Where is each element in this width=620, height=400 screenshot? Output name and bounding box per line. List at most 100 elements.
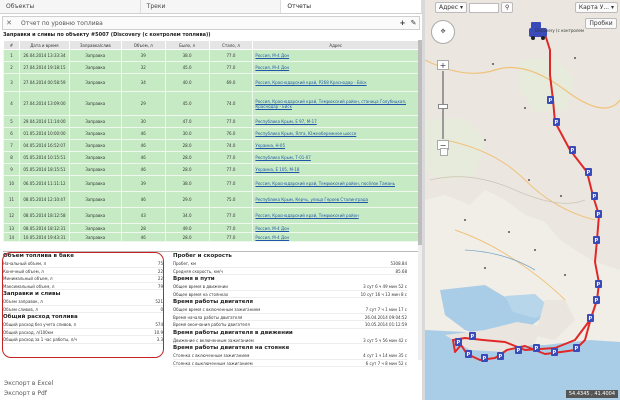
- column-header[interactable]: #: [3, 40, 20, 50]
- table-row[interactable]: 9 05.05.2014 18:15:51 Заправка 46 28.0 77.0 Ук…: [3, 163, 419, 176]
- table-cell: 29.04.2014 11:14:00: [18, 115, 70, 128]
- address-link[interactable]: Россия, М-4 Дон: [252, 223, 419, 233]
- table-row[interactable]: 2 27.04.2014 19:18:15 Заправка 32 45.0 77.0 Ро…: [3, 61, 419, 74]
- summary-label: Общее время в движении: [173, 284, 228, 289]
- table-cell: 40.0: [164, 73, 210, 92]
- address-link[interactable]: Россия, М-4 Дон: [252, 232, 419, 242]
- table-cell: 45.0: [164, 91, 210, 116]
- address-link[interactable]: Россия, Краснодарский край, Темрюкский р…: [252, 207, 419, 224]
- column-header[interactable]: Заправка/слив: [68, 40, 122, 50]
- column-header[interactable]: Адрес: [252, 40, 419, 50]
- summary-row: Средняя скорость, км/ч 85.68: [173, 268, 407, 275]
- pan-control-icon[interactable]: ✥: [431, 20, 455, 44]
- map-type-dropdown[interactable]: Карта У... ▾: [574, 2, 618, 13]
- table-row[interactable]: 10 06.05.2014 11:11:12 Заправка 39 38.0 77.0 Р…: [3, 175, 419, 192]
- table-row[interactable]: 1 26.04.2014 13:33:34 Заправка 39 38.0 77.0 Ро…: [3, 49, 419, 62]
- table-cell: 3: [3, 73, 20, 92]
- column-header[interactable]: Стало, л: [208, 40, 254, 50]
- address-link[interactable]: Россия, Краснодарский край, Темрюкский р…: [252, 175, 419, 192]
- table-cell: 27.04.2014 00:58:59: [18, 73, 70, 92]
- table-row[interactable]: 4 27.04.2014 13:09:00 Заправка 29 45.0 74.0 Ро…: [3, 91, 419, 116]
- address-link[interactable]: Украина, Н-05: [252, 139, 419, 152]
- zoom-in-button[interactable]: +: [437, 60, 449, 70]
- zoom-control: + −: [437, 60, 449, 150]
- svg-text:P: P: [575, 346, 579, 352]
- summary-value: 5308.84: [390, 261, 407, 266]
- svg-text:P: P: [595, 238, 599, 244]
- svg-text:P: P: [587, 170, 591, 176]
- table-row[interactable]: 14 10.05.2014 19:43:31 Заправка 46 28.0 77.0 Р…: [3, 232, 419, 242]
- table-cell: 34: [120, 73, 166, 92]
- table-cell: 9: [3, 163, 20, 176]
- table-row[interactable]: 3 27.04.2014 00:58:59 Заправка 34 40.0 69.0 Ро…: [3, 73, 419, 92]
- table-cell: 46: [120, 191, 166, 208]
- table-row[interactable]: 11 08.05.2014 12:10:47 Заправка 46 29.0 75.0 Р…: [3, 191, 419, 208]
- svg-text:P: P: [589, 316, 593, 322]
- print-icon[interactable]: [440, 148, 448, 156]
- table-cell: 10: [3, 175, 20, 192]
- summary-value: 3 сут 5 ч 56 мин 42 с: [363, 337, 407, 343]
- address-link[interactable]: Республика Крым, Ялта, Южнобережное шосс…: [252, 127, 419, 140]
- address-link[interactable]: Республика Крым, Т-01-07: [252, 151, 419, 164]
- table-row[interactable]: 13 08.05.2014 18:12:31 Заправка 28 49.0 77.0 Р…: [3, 223, 419, 233]
- table-cell: Заправка: [68, 73, 122, 92]
- table-header-row: # Дата и время Заправка/слив Объем, л Было, …: [3, 40, 419, 50]
- summary-label: Время окончания работы двигателя: [173, 322, 250, 327]
- search-icon[interactable]: ⚲: [500, 2, 514, 13]
- table-cell: 11: [3, 191, 20, 208]
- table-cell: 04.05.2014 16:52:07: [18, 139, 70, 152]
- address-dropdown[interactable]: Адрес ▾: [435, 2, 467, 13]
- add-report-button[interactable]: +: [397, 19, 408, 27]
- address-link[interactable]: Россия, Краснодарский край, Темрюкский р…: [252, 91, 419, 116]
- table-row[interactable]: 6 01.05.2014 10:00:00 Заправка 46 30.0 76.0 Ре…: [3, 127, 419, 140]
- summary-value: 10 сут 16 ч 13 мин 8 с: [360, 291, 407, 297]
- address-link[interactable]: Россия, М-4 Дон: [252, 61, 419, 74]
- table-cell: 08.05.2014 18:12:31: [18, 223, 70, 233]
- tab-reports[interactable]: Отчеты: [281, 0, 423, 13]
- address-link[interactable]: Россия, М-4 Дон: [252, 49, 419, 62]
- address-link[interactable]: Украина, Е 105, М-18: [252, 163, 419, 176]
- table-row[interactable]: 5 29.04.2014 11:14:00 Заправка 30 47.0 77.0 Ре…: [3, 115, 419, 128]
- svg-text:P: P: [483, 356, 487, 362]
- top-tabs: Объекты Треки Отчеты: [0, 0, 423, 14]
- svg-text:P: P: [467, 352, 471, 358]
- address-link[interactable]: Республика Крым, Е 97, М-17: [252, 115, 419, 128]
- table-row[interactable]: 7 04.05.2014 16:52:07 Заправка 46 28.0 74.0 Ук…: [3, 139, 419, 152]
- column-header[interactable]: Было, л: [164, 40, 210, 50]
- traffic-button[interactable]: Пробки: [585, 18, 617, 29]
- export-excel-link[interactable]: Экспорт в Excel: [4, 380, 53, 387]
- summary-value: 6 сут 7 ч 8 мин 52 с: [365, 360, 407, 366]
- table-cell: 14: [3, 232, 20, 242]
- tab-objects[interactable]: Объекты: [0, 0, 141, 13]
- table-row[interactable]: 8 05.05.2014 10:15:51 Заправка 46 28.0 77.0 Ре…: [3, 151, 419, 164]
- column-header[interactable]: Дата и время: [18, 40, 70, 50]
- export-pdf-link[interactable]: Экспорт в Pdf: [4, 390, 47, 397]
- tab-tracks[interactable]: Треки: [141, 0, 282, 13]
- close-icon[interactable]: ✕: [3, 19, 15, 27]
- table-cell: 30.0: [164, 127, 210, 140]
- column-header[interactable]: Объем, л: [120, 40, 166, 50]
- table-cell: 77.0: [208, 115, 254, 128]
- table-cell: Заправка: [68, 223, 122, 233]
- zoom-slider-handle[interactable]: [438, 104, 448, 109]
- table-cell: 28.0: [164, 139, 210, 152]
- edit-icon[interactable]: ✎: [408, 19, 419, 27]
- address-link[interactable]: Республика Крым, Керчь, улица Героев Ста…: [252, 191, 419, 208]
- table-cell: 43: [120, 207, 166, 224]
- svg-text:P: P: [549, 98, 553, 104]
- table-cell: 34.0: [164, 207, 210, 224]
- summary-row: Пробег, км 5308.84: [173, 260, 407, 268]
- table-cell: Заправка: [68, 127, 122, 140]
- summary-label: Время начала работы двигателя: [173, 314, 243, 320]
- report-title-bar: ✕ Отчет по уровню топлива + ✎: [2, 16, 420, 30]
- summary-value: 3 сут 6 ч 49 мин 52 с: [363, 284, 407, 289]
- map-view[interactable]: PPP PPP PPP PPP PPP PPP P Discovery (с к…: [425, 0, 620, 400]
- address-search-input[interactable]: [468, 2, 499, 13]
- table-cell: 46: [120, 163, 166, 176]
- table-cell: 29.0: [164, 191, 210, 208]
- table-row[interactable]: 12 08.05.2014 18:12:58 Заправка 43 34.0 77.0 Р…: [3, 207, 419, 224]
- svg-text:P: P: [593, 194, 597, 200]
- table-cell: 27.04.2014 13:09:00: [18, 91, 70, 116]
- address-link[interactable]: Россия, Краснодарский край, Р268 Краснод…: [252, 73, 419, 92]
- table-cell: 76.0: [208, 127, 254, 140]
